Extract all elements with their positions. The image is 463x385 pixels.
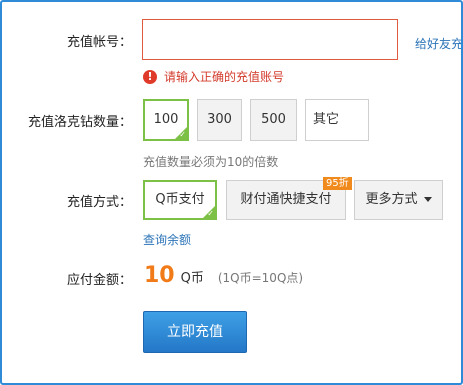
quantity-option-300[interactable]: 300: [197, 99, 242, 141]
total-label: 应付金额：: [66, 273, 132, 288]
exchange-rate: (1Q币=10Q点): [217, 271, 304, 285]
quantity-option-label: 100: [153, 112, 179, 127]
submit-recharge-button[interactable]: 立即充值: [143, 311, 247, 353]
quantity-custom-input[interactable]: 其它: [305, 99, 369, 141]
error-icon: !: [143, 69, 157, 84]
quantity-label: 充值洛克钻数量：: [27, 115, 132, 130]
quantity-option-label: 300: [207, 112, 232, 127]
quantity-option-label: 其它: [313, 112, 340, 127]
gift-friend-link[interactable]: 给好友充: [415, 35, 461, 52]
check-balance-link[interactable]: 查询余额: [143, 231, 191, 248]
caret-down-icon: [423, 197, 432, 202]
account-error-text: 请输入正确的充值账号: [164, 70, 285, 84]
recharge-panel: 充值帐号： 给好友充 ! 请输入正确的充值账号 充值洛克钻数量： 100 ✓ 3…: [0, 0, 463, 385]
account-error: ! 请输入正确的充值账号: [143, 68, 284, 85]
total-unit: Q币: [180, 271, 204, 286]
account-label: 充值帐号：: [66, 35, 132, 50]
more-payment-dropdown[interactable]: 更多方式: [354, 180, 443, 220]
quantity-hint: 充值数量必须为10的倍数: [143, 155, 279, 169]
account-input[interactable]: [142, 19, 398, 60]
total-amount-row: 10 Q币 (1Q币=10Q点): [144, 263, 303, 288]
quantity-option-label: 500: [261, 112, 286, 127]
payment-option-qb[interactable]: Q币支付 ✓: [143, 180, 217, 220]
total-amount: 10: [144, 263, 175, 288]
payment-option-label: 财付通快捷支付: [240, 192, 332, 207]
check-icon: ✓: [179, 130, 186, 139]
payment-option-label: 更多方式: [365, 192, 418, 207]
quantity-option-500[interactable]: 500: [250, 99, 297, 141]
payment-label: 充值方式：: [66, 195, 132, 210]
payment-option-label: Q币支付: [155, 192, 205, 207]
quantity-option-100[interactable]: 100 ✓: [143, 99, 189, 141]
check-icon: ✓: [207, 209, 214, 218]
discount-badge: 95折: [323, 177, 352, 190]
